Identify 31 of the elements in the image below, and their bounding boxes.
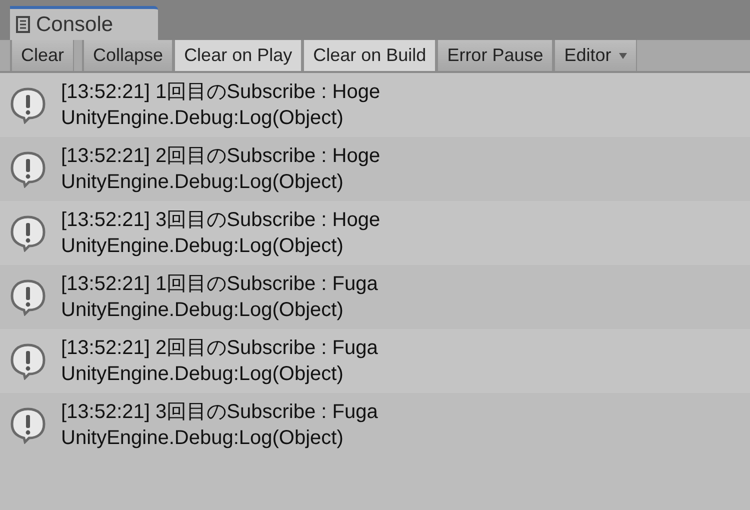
log-message: [13:52:21] 3回目のSubscribe : Hoge [61,208,380,233]
document-icon [16,16,30,33]
toolbar-button[interactable]: Clear [10,40,74,71]
dropdown-button[interactable]: Editor [553,40,638,71]
stack-trace: UnityEngine.Debug:Log(Object) [61,426,344,451]
info-icon [9,86,47,124]
log-message: [13:52:21] 3回目のSubscribe : Fuga [61,400,378,425]
toolbar-button[interactable]: Clear on Play [173,40,302,71]
info-icon [9,406,47,444]
info-icon [9,150,47,188]
log-entry[interactable]: [13:52:21] 1回目のSubscribe : Hoge UnityEngine.Debug:Log(Object) [0,73,750,137]
caret-icon [619,52,628,58]
log-message: [13:52:21] 2回目のSubscribe : Fuga [61,336,378,361]
console-tab[interactable]: Console [10,6,158,40]
log-entry[interactable]: [13:52:21] 2回目のSubscribe : Fuga UnityEngine.Debug:Log(Object) [0,329,750,393]
stack-trace: UnityEngine.Debug:Log(Object) [61,298,344,323]
toolbar-button[interactable]: Clear on Build [302,40,436,71]
stack-trace: UnityEngine.Debug:Log(Object) [61,234,344,259]
toolbar-button[interactable]: Collapse [82,40,174,71]
stack-trace: UnityEngine.Debug:Log(Object) [61,106,344,131]
stack-trace: UnityEngine.Debug:Log(Object) [61,170,344,195]
toolbar-button[interactable]: Error Pause [436,40,554,71]
info-icon [9,278,47,316]
stack-trace: UnityEngine.Debug:Log(Object) [61,362,344,387]
info-icon [9,214,47,252]
log-entry[interactable]: [13:52:21] 3回目のSubscribe : Hoge UnityEngine.Debug:Log(Object) [0,201,750,265]
log-message: [13:52:21] 1回目のSubscribe : Fuga [61,272,378,297]
log-message: [13:52:21] 1回目のSubscribe : Hoge [61,80,380,105]
tab-title: Console [36,12,114,38]
log-message: [13:52:21] 2回目のSubscribe : Hoge [61,144,380,169]
info-icon [9,342,47,380]
